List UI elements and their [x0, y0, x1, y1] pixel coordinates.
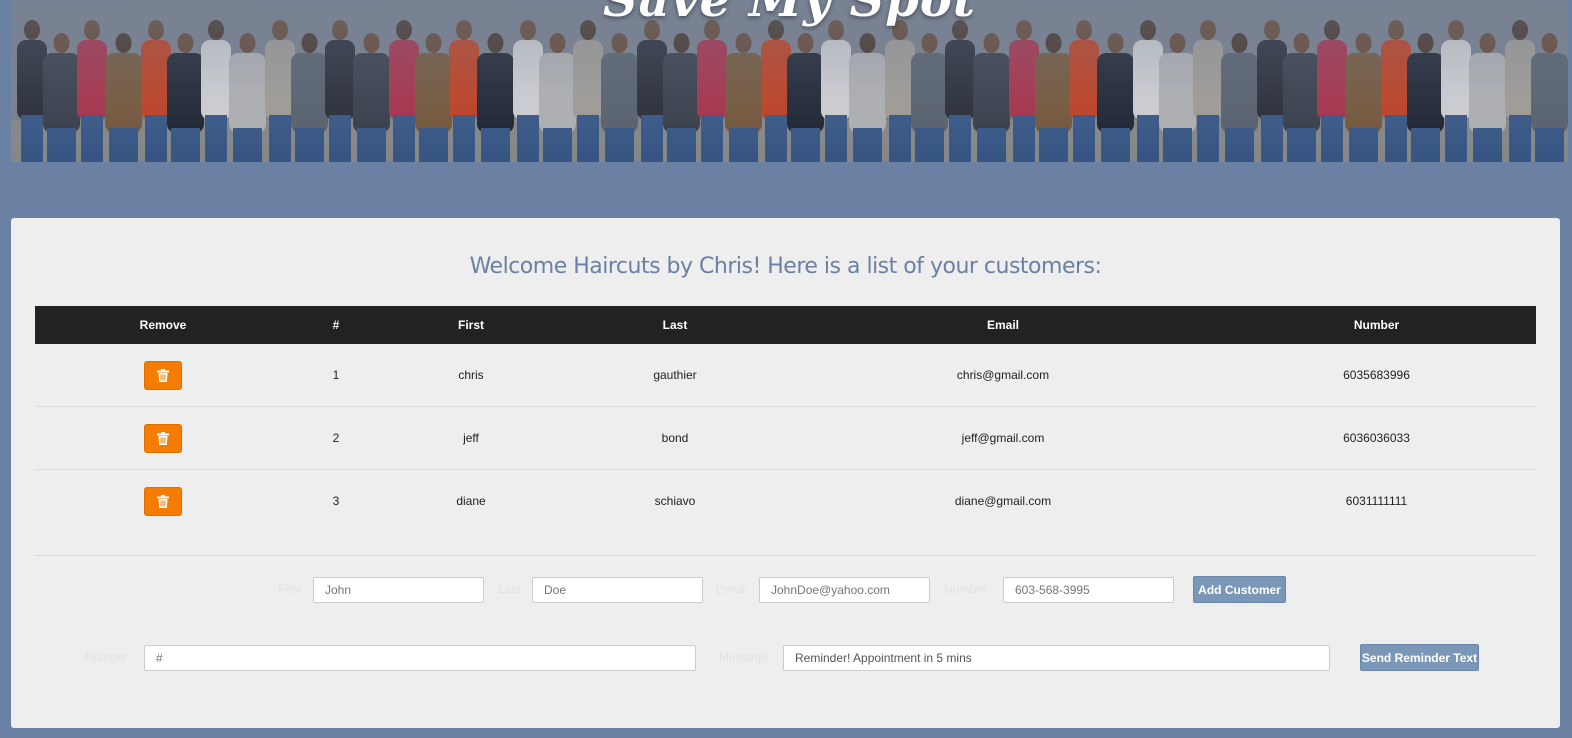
table-row: 3 diane schiavo diane@gmail.com 60311111… — [35, 470, 1536, 533]
cell-first: chris — [381, 344, 561, 407]
cell-last: bond — [561, 406, 789, 470]
reminder-number-label: Number — [85, 650, 128, 664]
add-customer-button[interactable]: Add Customer — [1193, 576, 1286, 603]
cell-email: chris@gmail.com — [789, 344, 1217, 407]
cell-phone: 6031111111 — [1345, 494, 1408, 508]
email-label: Email — [715, 582, 746, 596]
last-name-label: Last — [498, 582, 521, 596]
trash-icon — [157, 494, 169, 508]
column-header-remove: Remove — [35, 306, 291, 344]
header-banner: Save My Spot — [11, 0, 1568, 162]
column-header-phone: Number — [1217, 306, 1536, 344]
first-name-label: First — [278, 582, 302, 596]
phone-field[interactable] — [1003, 577, 1174, 603]
trash-icon — [157, 431, 169, 445]
page-title: Welcome Haircuts by Chris! Here is a lis… — [469, 254, 1102, 279]
cell-first: diane — [456, 494, 486, 508]
send-reminder-button[interactable]: Send Reminder Text — [1360, 644, 1479, 671]
trash-icon — [157, 368, 169, 382]
phone-label: Number — [944, 582, 987, 596]
section-divider — [35, 555, 1536, 556]
remove-customer-button[interactable] — [144, 486, 182, 516]
column-header-number: # — [291, 306, 381, 344]
cell-phone: 6035683996 — [1217, 344, 1536, 407]
table-row: 2 jeff bond jeff@gmail.com 6036036033 — [35, 406, 1536, 470]
cell-number: 1 — [291, 344, 381, 407]
message-field[interactable] — [783, 645, 1330, 671]
cell-email: jeff@gmail.com — [789, 406, 1217, 470]
app-logo: Save My Spot — [602, 0, 977, 28]
customer-panel: Welcome Haircuts by Chris! Here is a lis… — [11, 218, 1560, 728]
cell-number: 2 — [291, 406, 381, 470]
column-header-first: First — [381, 306, 561, 344]
customer-table: Remove # First Last Email Number 1 chris… — [35, 306, 1536, 532]
email-field[interactable] — [759, 577, 930, 603]
cell-last: schiavo — [654, 494, 696, 508]
table-header-row: Remove # First Last Email Number — [35, 306, 1536, 344]
cell-email: diane@gmail.com — [954, 494, 1052, 508]
remove-customer-button[interactable] — [144, 360, 182, 390]
reminder-number-field[interactable] — [144, 645, 696, 671]
column-header-email: Email — [789, 306, 1217, 344]
cell-first: jeff — [381, 406, 561, 470]
cell-number: 3 — [332, 494, 340, 508]
last-name-field[interactable] — [532, 577, 703, 603]
first-name-field[interactable] — [313, 577, 484, 603]
table-row: 1 chris gauthier chris@gmail.com 6035683… — [35, 344, 1536, 407]
cell-last: gauthier — [561, 344, 789, 407]
remove-customer-button[interactable] — [144, 423, 182, 453]
message-label: Message — [719, 650, 768, 664]
column-header-last: Last — [561, 306, 789, 344]
cell-phone: 6036036033 — [1217, 406, 1536, 470]
